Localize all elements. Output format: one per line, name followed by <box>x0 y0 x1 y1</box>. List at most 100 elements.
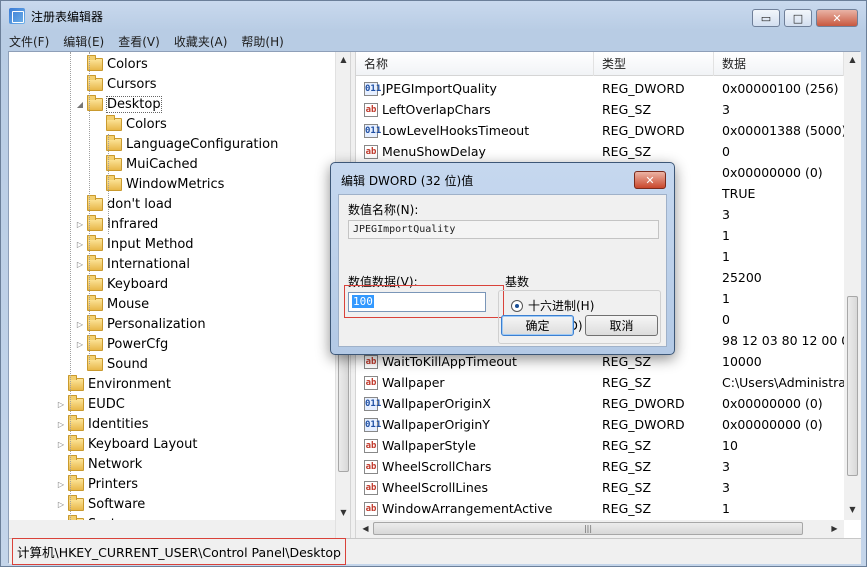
tree-item-label: MuiCached <box>126 156 198 172</box>
tree-item[interactable]: MuiCached <box>94 154 198 174</box>
menu-help[interactable]: 帮助(H) <box>241 33 283 50</box>
expand-arrow-icon[interactable]: ▷ <box>75 260 85 269</box>
list-row[interactable]: ab Wallpaper REG_SZ C:\Users\Administrato <box>356 372 844 393</box>
list-row[interactable]: 011 JPEGImportQuality REG_DWORD 0x00000100 … <box>356 78 844 99</box>
list-scroll-thumb[interactable] <box>847 296 858 476</box>
tree-item[interactable]: ▷ Personalization <box>75 314 206 334</box>
tree-item-label: Mouse <box>107 296 150 312</box>
close-button[interactable]: ✕ <box>816 9 858 27</box>
minimize-button[interactable]: ▭ <box>752 9 780 27</box>
tree-item[interactable]: ▷ Infrared <box>75 214 158 234</box>
expand-arrow-icon[interactable]: ▷ <box>56 400 66 409</box>
folder-icon <box>106 114 122 131</box>
scroll-left-icon[interactable]: ◀ <box>358 521 373 536</box>
cancel-button[interactable]: 取消 <box>585 315 658 336</box>
tree-item-label: Cursors <box>107 76 157 92</box>
value-data-cell: 0x00000000 (0) <box>722 396 823 411</box>
expand-arrow-icon[interactable]: ▷ <box>56 420 66 429</box>
scroll-right-icon[interactable]: ▶ <box>827 521 842 536</box>
expand-arrow-icon[interactable]: ▷ <box>75 240 85 249</box>
scroll-down-icon[interactable]: ▼ <box>336 505 351 520</box>
dialog-close-button[interactable]: ✕ <box>634 171 666 189</box>
expand-arrow-icon[interactable]: ▷ <box>56 440 66 449</box>
list-row[interactable]: ab WheelScrollChars REG_SZ 3 <box>356 456 844 477</box>
value-name: WaitToKillAppTimeout <box>382 354 517 369</box>
value-name: MenuShowDelay <box>382 144 486 159</box>
list-row[interactable]: ab LeftOverlapChars REG_SZ 3 <box>356 99 844 120</box>
tree-item[interactable]: Colors <box>94 114 167 134</box>
menu-view[interactable]: 查看(V) <box>118 33 160 50</box>
value-name: WallpaperOriginY <box>382 417 490 432</box>
tree-item[interactable]: LanguageConfiguration <box>94 134 278 154</box>
tree-guide-line <box>70 52 71 520</box>
expand-arrow-icon[interactable]: ▷ <box>75 340 85 349</box>
tree-item[interactable]: ▷ International <box>75 254 190 274</box>
expand-arrow-icon[interactable]: ▷ <box>56 480 66 489</box>
list-row[interactable]: 011 WallpaperOriginY REG_DWORD 0x00000000 (… <box>356 414 844 435</box>
tree-item[interactable]: ▷ Keyboard Layout <box>56 434 197 454</box>
menu-file[interactable]: 文件(F) <box>9 33 49 50</box>
list-row[interactable]: ab MenuShowDelay REG_SZ 0 <box>356 141 844 162</box>
list-row[interactable]: ab WindowArrangementActive REG_SZ 1 <box>356 498 844 519</box>
expand-arrow-icon[interactable]: ▷ <box>56 500 66 509</box>
menu-favorites[interactable]: 收藏夹(A) <box>174 33 228 50</box>
dialog-body: 数值名称(N): JPEGImportQuality 数值数据(V): 100 … <box>338 194 667 347</box>
column-data[interactable]: 数据 <box>714 52 844 76</box>
menu-edit[interactable]: 编辑(E) <box>63 33 104 50</box>
value-name-field: JPEGImportQuality <box>348 220 659 239</box>
window-title: 注册表编辑器 <box>31 9 104 24</box>
minimize-icon: ▭ <box>760 11 772 25</box>
edit-dword-dialog: 编辑 DWORD (32 位)值 ✕ 数值名称(N): JPEGImportQu… <box>330 162 675 355</box>
list-hscroll-thumb[interactable]: ||| <box>373 522 803 535</box>
value-data-cell: 10 <box>722 438 738 453</box>
tree-item[interactable]: Environment <box>56 374 171 394</box>
list-row[interactable]: ab WallpaperStyle REG_SZ 10 <box>356 435 844 456</box>
column-name[interactable]: 名称 <box>356 52 594 76</box>
expand-arrow-icon[interactable]: ◢ <box>75 100 85 109</box>
tree-item-label: Software <box>88 496 146 512</box>
scroll-down-icon[interactable]: ▼ <box>844 502 861 517</box>
value-data-cell: 1 <box>722 228 730 243</box>
tree-item[interactable]: Cursors <box>75 74 157 94</box>
list-row[interactable]: ab WheelScrollLines REG_SZ 3 <box>356 477 844 498</box>
value-data-cell: C:\Users\Administrato <box>722 375 844 390</box>
tree-item[interactable]: ◢ Desktop <box>75 94 162 114</box>
value-type-cell: REG_SZ <box>602 459 652 474</box>
scroll-up-icon[interactable]: ▲ <box>336 52 351 67</box>
tree-item[interactable]: Mouse <box>75 294 149 314</box>
value-name: WallpaperOriginX <box>382 396 491 411</box>
maximize-button[interactable]: □ <box>784 9 812 27</box>
list-vertical-scrollbar[interactable]: ▲ ▼ <box>844 52 861 520</box>
list-row[interactable]: 011 WallpaperOriginX REG_DWORD 0x00000000 (… <box>356 393 844 414</box>
expand-arrow-icon[interactable]: ▷ <box>75 320 85 329</box>
tree-item[interactable]: Colors <box>75 54 148 74</box>
value-name-cell: ab WallpaperStyle <box>356 438 594 453</box>
tree-item[interactable]: Sound <box>75 354 148 374</box>
tree-item[interactable]: ▷ EUDC <box>56 394 125 414</box>
tree-item[interactable]: Network <box>56 454 142 474</box>
list-row[interactable]: 011 LowLevelHooksTimeout REG_DWORD 0x000013… <box>356 120 844 141</box>
column-type[interactable]: 类型 <box>594 52 714 76</box>
list-horizontal-scrollbar[interactable]: ◀ ||| ▶ <box>356 520 844 538</box>
tree-item[interactable]: WindowMetrics <box>94 174 224 194</box>
radio-hex-dot[interactable] <box>511 299 523 312</box>
tree-item-label: Colors <box>107 56 148 72</box>
value-data-input[interactable]: 100 <box>348 292 486 312</box>
binary-value-icon: 011 <box>364 81 382 96</box>
tree-item[interactable]: ▷ Input Method <box>75 234 194 254</box>
tree-horizontal-scrollbar[interactable] <box>9 520 335 538</box>
value-type-cell: REG_SZ <box>602 144 652 159</box>
title-bar[interactable]: 注册表编辑器 ▭ □ ✕ <box>1 1 866 31</box>
tree-item-label: Identities <box>88 416 149 432</box>
ok-button[interactable]: 确定 <box>501 315 574 336</box>
expand-arrow-icon[interactable]: ▷ <box>75 220 85 229</box>
tree-item[interactable]: ▷ Printers <box>56 474 138 494</box>
scroll-up-icon[interactable]: ▲ <box>844 52 861 67</box>
value-type-cell: REG_DWORD <box>602 396 685 411</box>
value-name: WindowArrangementActive <box>382 501 553 516</box>
radio-hex[interactable]: 十六进制(H) <box>511 297 594 314</box>
value-data-cell: 0x00000000 (0) <box>722 417 823 432</box>
value-name: WheelScrollChars <box>382 459 492 474</box>
close-icon: ✕ <box>645 173 655 187</box>
value-name-cell: 011 WallpaperOriginX <box>356 396 594 411</box>
